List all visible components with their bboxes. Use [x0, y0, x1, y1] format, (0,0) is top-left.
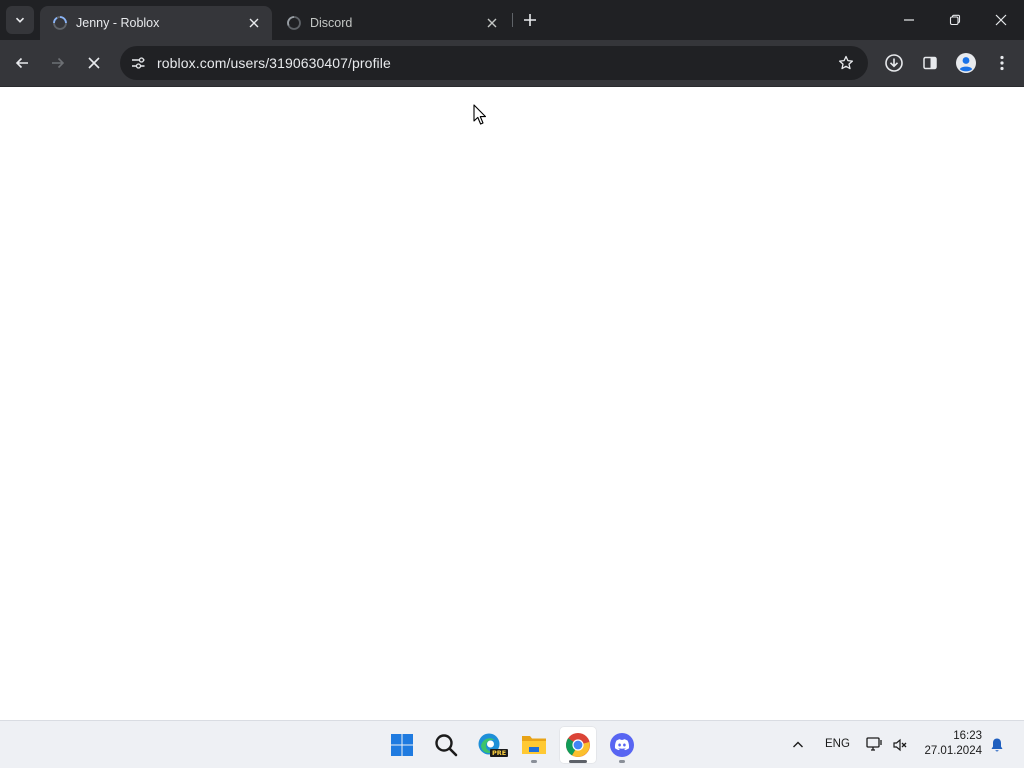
- close-icon: [995, 14, 1007, 26]
- profile-button[interactable]: [951, 48, 981, 78]
- windows-start-icon: [391, 734, 413, 756]
- more-menu-button[interactable]: [987, 48, 1017, 78]
- volume-muted-icon: [893, 738, 907, 752]
- clock-time: 16:23: [953, 730, 982, 742]
- taskbar-chrome[interactable]: [559, 726, 597, 764]
- loading-spinner-icon: [52, 15, 68, 31]
- edge-preview-badge: PRE: [490, 749, 509, 757]
- downloads-button[interactable]: [879, 48, 909, 78]
- show-hidden-icons-button[interactable]: [784, 726, 812, 764]
- profile-avatar-icon: [956, 53, 976, 73]
- network-icon: [866, 737, 882, 751]
- back-button[interactable]: [7, 48, 37, 78]
- chevron-down-icon: [15, 17, 25, 23]
- file-explorer-icon: [522, 736, 546, 754]
- taskbar-discord[interactable]: [603, 726, 641, 764]
- more-menu-icon: [1000, 55, 1004, 71]
- taskbar-edge-preview[interactable]: PRE: [471, 726, 509, 764]
- url-text[interactable]: roblox.com/users/3190630407/profile: [157, 55, 391, 71]
- tab-search-button[interactable]: [6, 6, 34, 34]
- new-tab-button[interactable]: [518, 8, 542, 32]
- windows-taskbar: PRE ENG 16:23 27.01.2024: [0, 720, 1024, 768]
- restore-icon: [949, 14, 961, 26]
- tab-jenny-roblox[interactable]: Jenny - Roblox: [40, 6, 272, 40]
- running-indicator: [619, 760, 625, 763]
- site-info-button[interactable]: [126, 51, 150, 75]
- forward-arrow-icon: [52, 57, 65, 69]
- tab-discord[interactable]: Discord: [274, 6, 510, 40]
- download-icon: [885, 54, 903, 72]
- site-info-icon: [132, 57, 145, 69]
- mouse-cursor-icon: [473, 104, 487, 125]
- notification-bell-icon: [991, 738, 1003, 752]
- side-panel-button[interactable]: [915, 48, 945, 78]
- running-indicator: [531, 760, 537, 763]
- taskbar-search-button[interactable]: [427, 726, 465, 764]
- page-content: [0, 87, 1024, 720]
- start-button[interactable]: [383, 726, 421, 764]
- stop-loading-button[interactable]: [79, 48, 109, 78]
- notifications-button[interactable]: [985, 726, 1009, 764]
- tab-strip: Jenny - Roblox Discord: [0, 0, 1024, 40]
- tab-divider: [512, 13, 513, 27]
- restore-button[interactable]: [932, 0, 978, 40]
- tab-title: Discord: [310, 16, 353, 30]
- browser-toolbar: roblox.com/users/3190630407/profile: [0, 40, 1024, 87]
- tab-close-button[interactable]: [244, 13, 264, 33]
- address-bar[interactable]: roblox.com/users/3190630407/profile: [120, 46, 868, 80]
- close-window-button[interactable]: [978, 0, 1024, 40]
- volume-button[interactable]: [888, 726, 912, 764]
- discord-icon: [610, 733, 634, 757]
- tab-title: Jenny - Roblox: [76, 16, 160, 30]
- bookmark-star-icon: [838, 55, 854, 70]
- chrome-icon: [566, 733, 590, 757]
- close-icon: [249, 18, 259, 28]
- minimize-button[interactable]: [886, 0, 932, 40]
- language-indicator[interactable]: ENG: [825, 738, 850, 750]
- stop-loading-icon: [88, 57, 100, 69]
- close-icon: [487, 18, 497, 28]
- loading-spinner-icon: [286, 15, 302, 31]
- search-icon: [435, 734, 458, 757]
- taskbar-file-explorer[interactable]: [515, 726, 553, 764]
- network-status-button[interactable]: [862, 726, 888, 764]
- plus-icon: [524, 14, 536, 26]
- side-panel-icon: [923, 56, 937, 70]
- bookmark-button[interactable]: [834, 51, 858, 75]
- forward-button[interactable]: [43, 48, 73, 78]
- chevron-up-icon: [793, 741, 803, 748]
- active-indicator: [569, 760, 587, 763]
- clock-date: 27.01.2024: [924, 745, 982, 757]
- tab-close-button[interactable]: [482, 13, 502, 33]
- back-arrow-icon: [15, 57, 28, 69]
- system-clock[interactable]: 16:23 27.01.2024: [924, 729, 982, 759]
- minimize-icon: [904, 19, 914, 21]
